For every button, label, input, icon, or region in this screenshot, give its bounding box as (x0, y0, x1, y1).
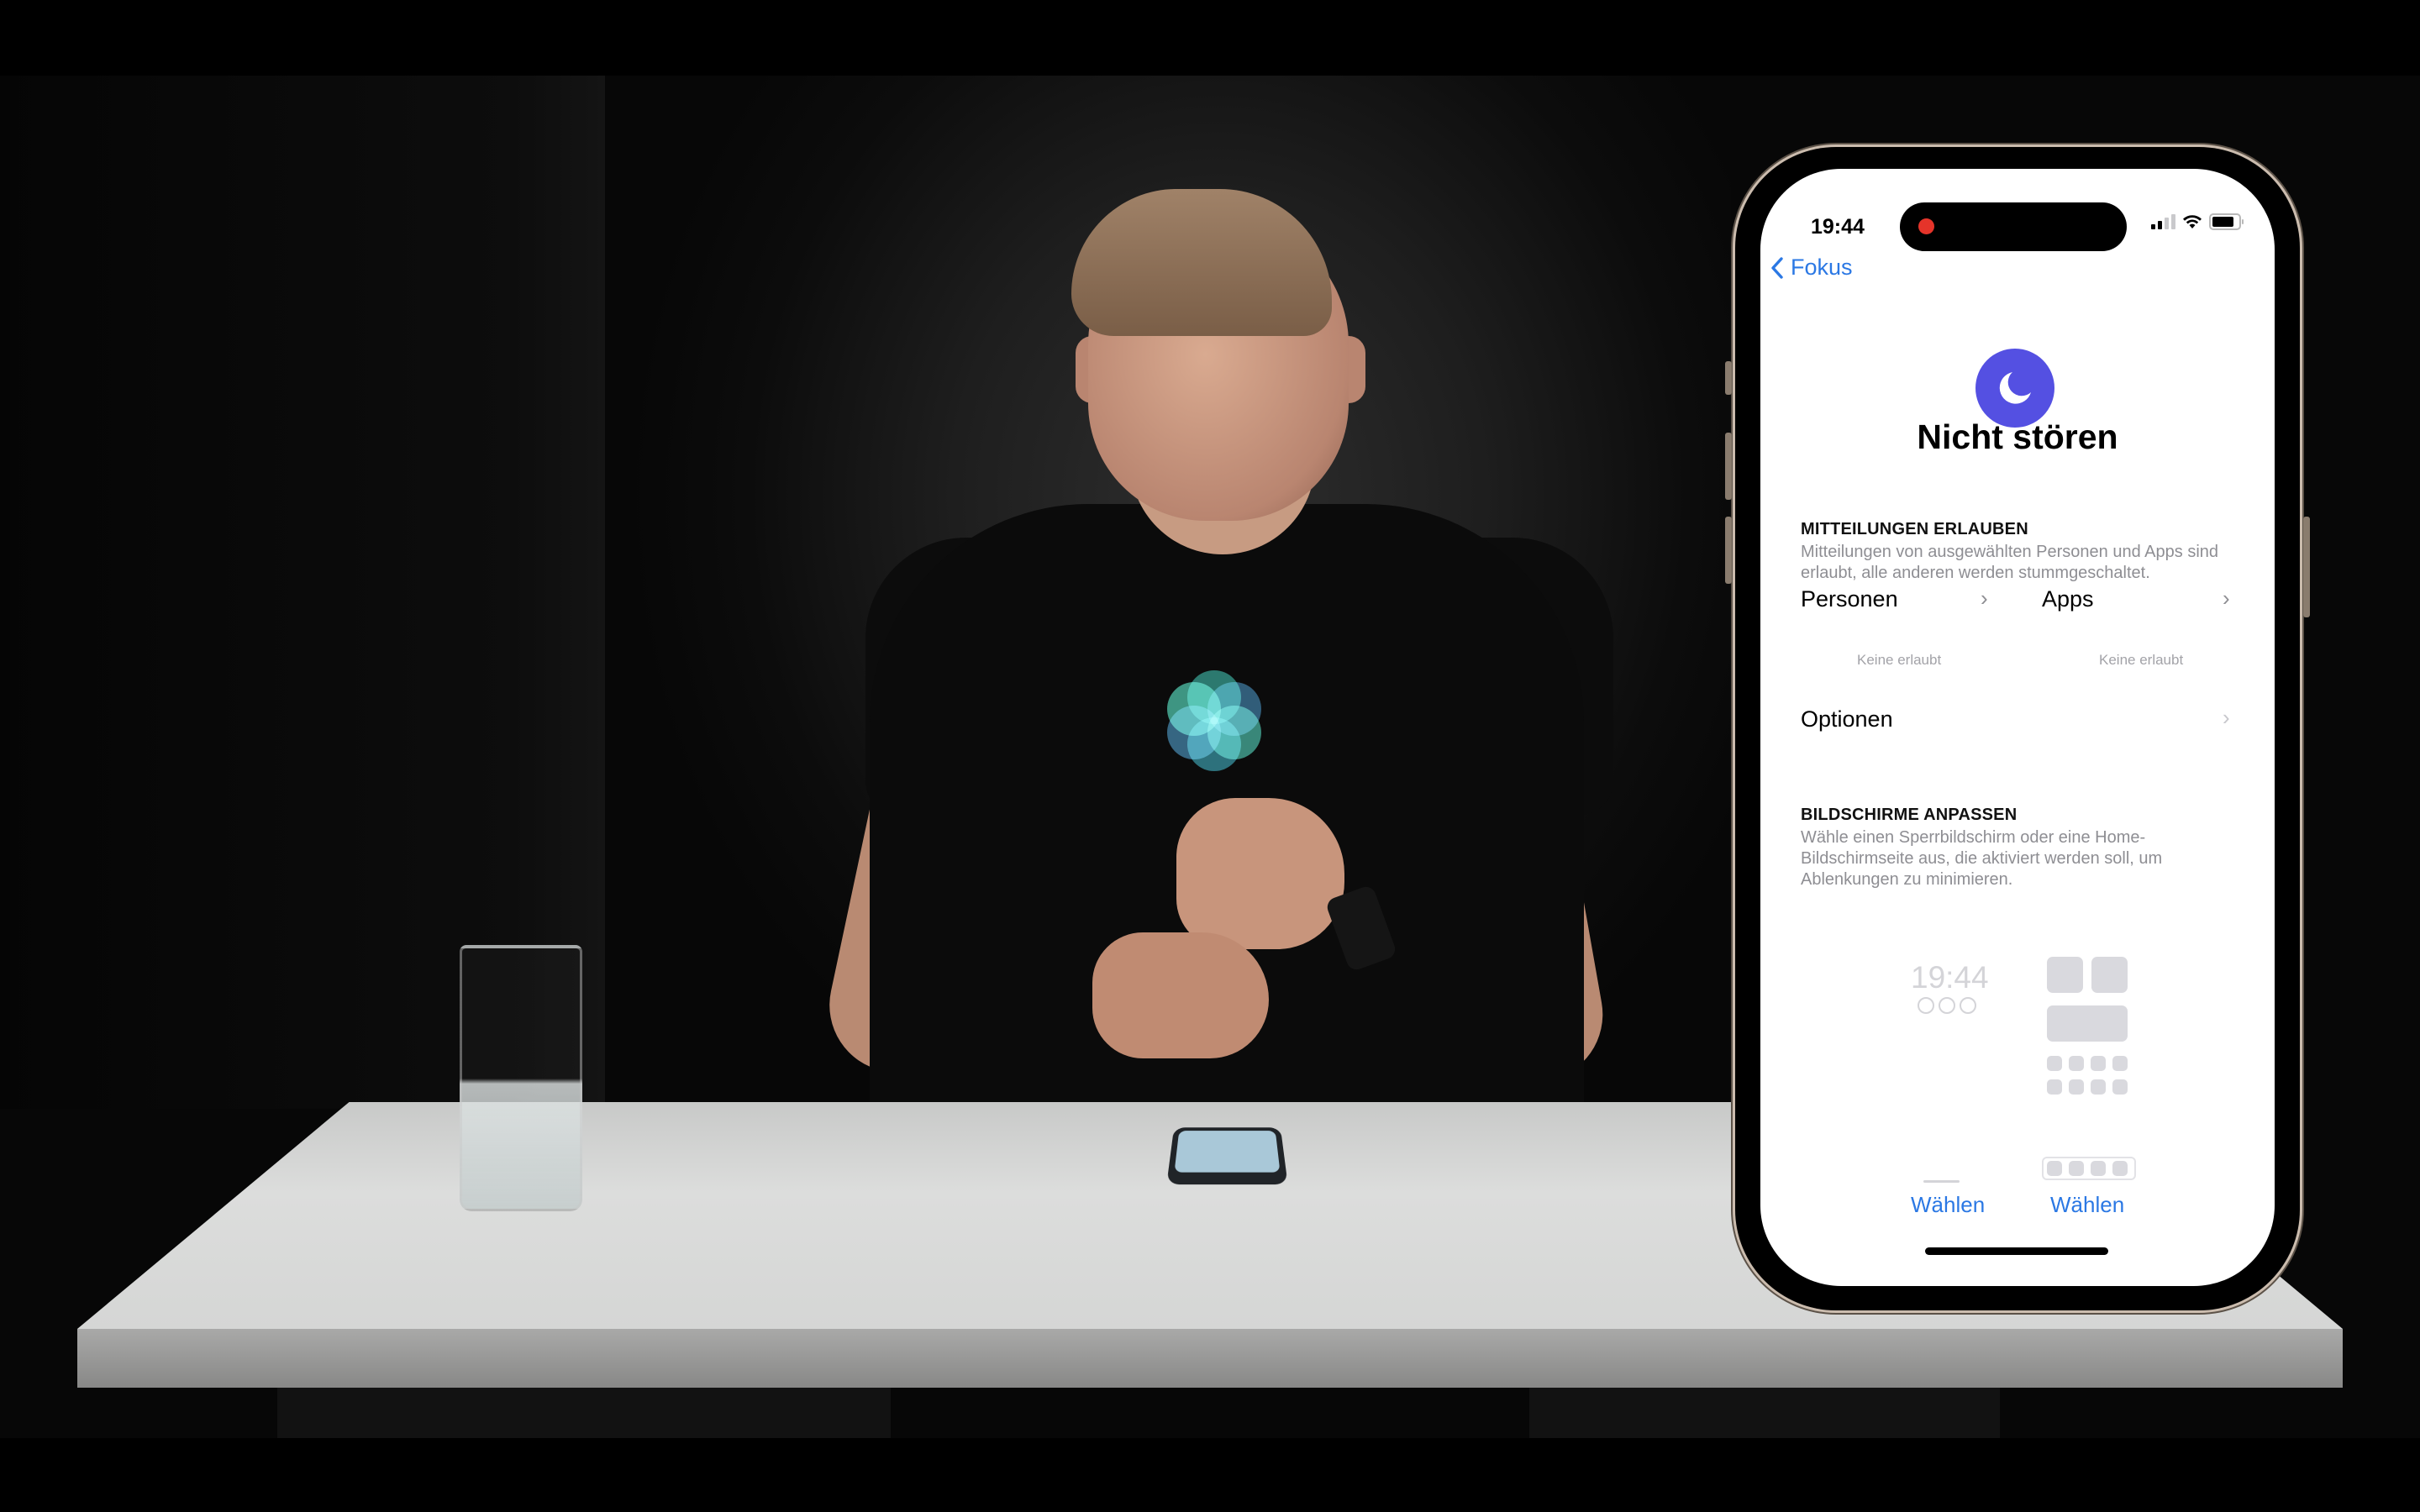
app-icon-placeholder (2069, 1079, 2084, 1095)
hands (1092, 798, 1370, 1067)
widget-placeholder (2091, 957, 2128, 993)
water-glass (460, 945, 582, 1211)
options-label[interactable]: Optionen (1801, 706, 1893, 732)
app-icon-placeholder (2091, 1079, 2106, 1095)
app-icon-placeholder (2047, 1079, 2062, 1095)
battery-icon (2209, 213, 2244, 230)
action-button (1725, 361, 1732, 395)
letterbox-bottom (0, 1438, 2420, 1512)
focus-title: Nicht stören (1917, 417, 2118, 456)
lock-screen-widget-placeholders (1918, 997, 1976, 1014)
app-icon-placeholder (2069, 1056, 2084, 1071)
app-icon-placeholder (2112, 1056, 2128, 1071)
dynamic-island (1900, 202, 2127, 251)
dock-app-placeholder (2112, 1161, 2128, 1176)
section-heading-allow-notifications: MITTEILUNGEN ERLAUBEN (1801, 520, 2028, 538)
apps-label[interactable]: Apps (2042, 586, 2094, 612)
apps-status: Keine erlaubt (2099, 652, 2184, 668)
moon-icon (1999, 372, 2031, 404)
iphone-mockup: 19:44 Fokus Nicht stören MITTEILUNGEN ER… (1725, 147, 2310, 1310)
chevron-right-icon: › (2223, 705, 2230, 730)
volume-up-button (1725, 433, 1732, 500)
app-icon-placeholder (2047, 1056, 2062, 1071)
people-label[interactable]: Personen (1801, 586, 1898, 612)
home-indicator[interactable] (1925, 1247, 2108, 1255)
widget-placeholder (2047, 957, 2083, 993)
choose-home-screen-button[interactable]: Wählen (2050, 1192, 2124, 1218)
dock-app-placeholder (2091, 1161, 2106, 1176)
lock-screen-home-bar (1923, 1180, 1960, 1183)
widget-placeholder-wide (2047, 1005, 2128, 1042)
dock-placeholder (2042, 1157, 2136, 1180)
logo-petal (1207, 682, 1262, 736)
cellular-signal-icon (2151, 214, 2175, 229)
back-label: Fokus (1791, 255, 1853, 280)
lock-screen-preview-time: 19:44 (1911, 960, 1989, 995)
status-icons (2151, 213, 2244, 230)
app-icon-placeholder (2112, 1079, 2128, 1095)
section-description-customize-screens: Wähle einen Sperrbildschirm oder eine Ho… (1801, 828, 2163, 889)
hand-left (1092, 932, 1269, 1058)
section-heading-customize-screens: BILDSCHIRME ANPASSEN (1801, 806, 2018, 824)
dock-app-placeholder (2069, 1161, 2084, 1176)
chevron-right-icon: › (2223, 585, 2230, 611)
video-frame: 19:44 Fokus Nicht stören MITTEILUNGEN ER… (0, 0, 2420, 1512)
volume-down-button (1725, 517, 1732, 584)
table-leg-right (1529, 1388, 2000, 1438)
breathe-flower-logo (1160, 670, 1269, 771)
table-leg-left (277, 1388, 891, 1438)
smartphone-on-table-screen (1174, 1131, 1281, 1173)
focus-mode-icon (1975, 349, 2054, 428)
dock-app-placeholder (2047, 1161, 2062, 1176)
phone-screen: 19:44 Fokus Nicht stören MITTEILUNGEN ER… (1760, 169, 2275, 1286)
chevron-right-icon: › (1981, 585, 1988, 611)
chevron-left-icon (1771, 256, 1783, 279)
back-button-fokus[interactable]: Fokus (1770, 255, 1853, 281)
status-time: 19:44 (1811, 215, 1865, 239)
hair (1071, 189, 1332, 336)
section-description-allow-notifications: Mitteilungen von ausgewählten Personen u… (1801, 543, 2219, 582)
people-status: Keine erlaubt (1857, 652, 1942, 668)
smartphone-on-table (1166, 1127, 1288, 1185)
side-button (2303, 517, 2310, 617)
wifi-icon (2183, 215, 2202, 228)
choose-lock-screen-button[interactable]: Wählen (1911, 1192, 1985, 1218)
hand-right (1176, 798, 1344, 949)
app-icon-placeholder (2091, 1056, 2106, 1071)
table-front-edge (77, 1329, 2343, 1388)
recording-indicator-icon (1918, 218, 1934, 234)
